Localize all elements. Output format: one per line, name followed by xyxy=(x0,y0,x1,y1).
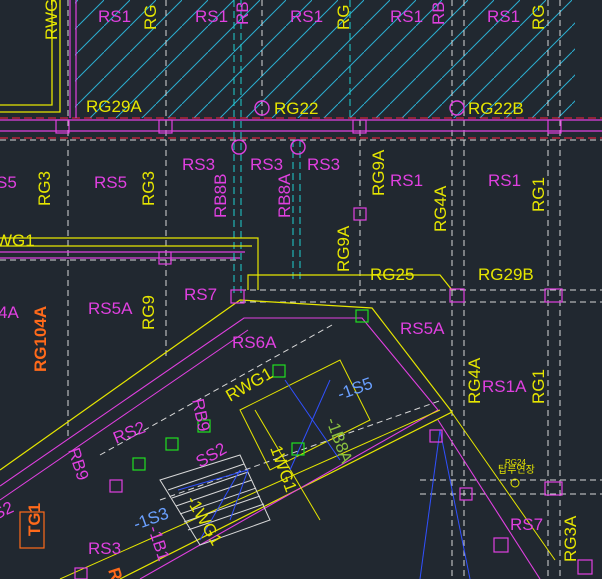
label-rg1-bottom: RG1 xyxy=(529,369,548,404)
label-rg3-a: RG3 xyxy=(35,171,54,206)
label-top-rg-a: RG xyxy=(141,5,160,31)
label-rg3a: RG3A xyxy=(561,515,580,562)
label-rs4a-left: 4A xyxy=(0,303,19,322)
label-rs3-a: RS3 xyxy=(182,155,215,174)
label-rg29b: RG29B xyxy=(478,265,534,284)
label-top-rs1-e: RS1 xyxy=(487,7,520,26)
label-top-rb-b: RB xyxy=(429,1,448,25)
label-rs5a-right: RS5A xyxy=(400,319,445,338)
label-rs7-mid: RS7 xyxy=(184,285,217,304)
label-rs1-mid: RS1 xyxy=(390,171,423,190)
label-rb8a: RB8A xyxy=(275,173,294,218)
label-rg22: RG22 xyxy=(274,99,318,118)
label-rg22b: RG22B xyxy=(468,99,524,118)
label-rs1a: RS1A xyxy=(482,377,527,396)
label-rs5-left: S5 xyxy=(0,173,17,192)
label-rg1-top: RG1 xyxy=(529,177,548,212)
label-korean-note: 탑루연장 xyxy=(498,464,535,476)
label-rg104a: RG104A xyxy=(31,306,50,372)
label-rg4a-top: RG4A xyxy=(431,185,450,232)
label-rs6a: RS6A xyxy=(232,333,277,352)
label-rg25: RG25 xyxy=(370,265,414,284)
label-rs1-right: RS1 xyxy=(488,171,521,190)
cad-drawing-canvas[interactable]: RWG1 RS1 RG RS1 RB RS1 RG RS1 RB RS1 RG … xyxy=(0,0,602,579)
label-top-rs1-d: RS1 xyxy=(390,7,423,26)
label-tg1: TG1 xyxy=(25,503,44,536)
label-rs5a-left: RS5A xyxy=(88,299,133,318)
label-top-rg-b: RG xyxy=(334,5,353,31)
label-rg29a: RG29A xyxy=(86,97,142,116)
label-rs3-c: RS3 xyxy=(307,155,340,174)
label-rs3-b: RS3 xyxy=(250,155,283,174)
label-rb8b: RB8B xyxy=(211,174,230,218)
label-top-rs1-a: RS1 xyxy=(98,7,131,26)
label-rg3-b: RG3 xyxy=(139,171,158,206)
label-rg9a-a: RG9A xyxy=(369,149,388,196)
label-top-rwg: RWG1 xyxy=(42,0,61,40)
label-wg1-left: WG1 xyxy=(0,231,35,250)
label-rg9a-b: RG9A xyxy=(334,225,353,272)
label-rs5-mid: RS5 xyxy=(94,173,127,192)
label-rs7-right: RS7 xyxy=(510,515,543,534)
label-top-rg-c: RG xyxy=(529,5,548,31)
label-rs3-bottom: RS3 xyxy=(88,539,121,558)
label-top-rs1-b: RS1 xyxy=(195,7,228,26)
label-top-rs1-c: RS1 xyxy=(290,7,323,26)
label-top-rb-a: RB xyxy=(233,1,252,25)
label-rg9: RG9 xyxy=(139,295,158,330)
